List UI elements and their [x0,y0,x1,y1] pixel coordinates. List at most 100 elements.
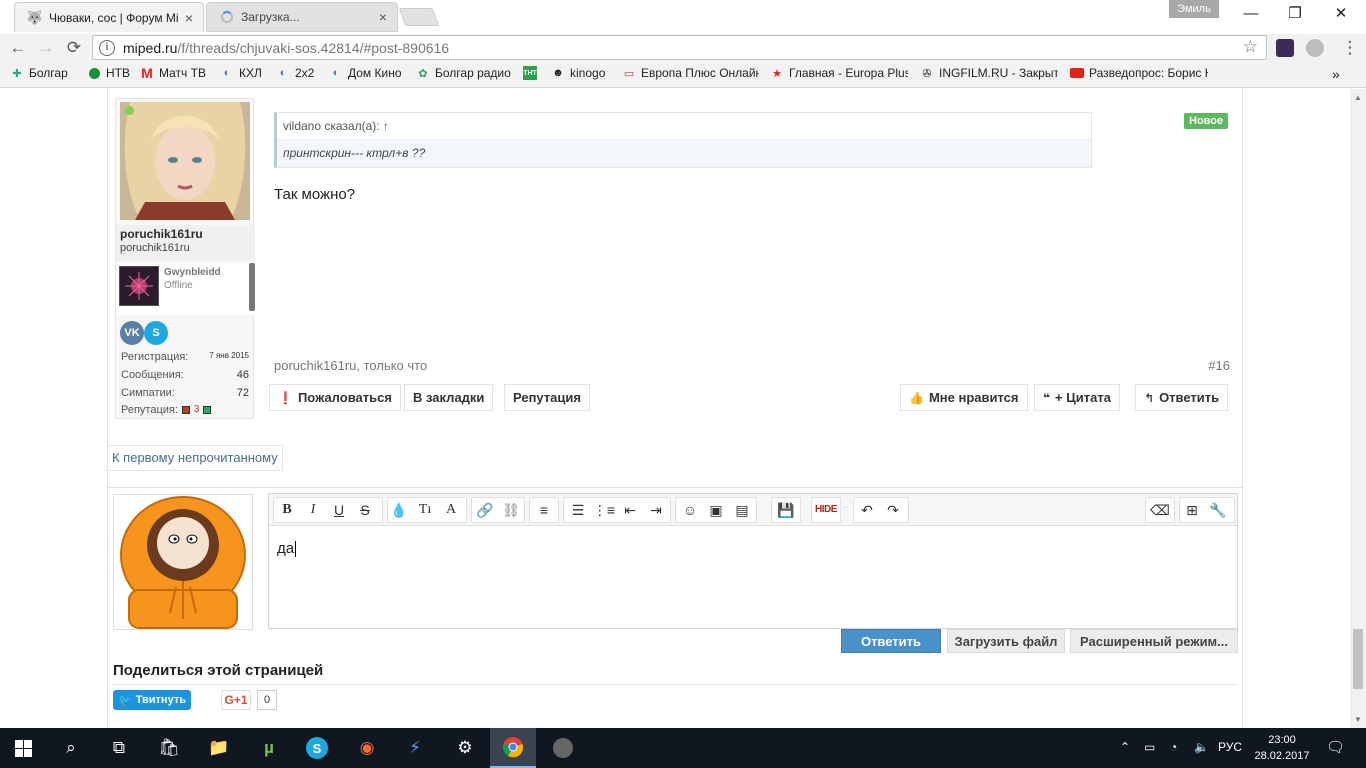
wifi-icon[interactable]: ◔ [1170,740,1177,754]
battery-icon[interactable]: ▭ [1144,740,1155,754]
bookmark-europa-plus-main[interactable]: ★ Главная - Europa Plus [770,66,908,80]
tab-loading[interactable]: Загрузка... × [206,2,398,32]
bookmark-tnt[interactable]: ТНТ [523,66,548,80]
link-icon[interactable]: 🔗 [473,499,497,521]
skype-taskbar-icon[interactable]: S [294,728,340,768]
linked-scrollbar[interactable] [249,263,255,311]
minimize-button[interactable]: — [1228,2,1274,26]
language-indicator[interactable]: РУС [1218,740,1242,754]
app-icon[interactable] [540,728,586,768]
outdent-icon[interactable]: ⇤ [618,499,642,521]
bookmark-match-tv[interactable]: M Матч ТВ [140,66,215,80]
utorrent-icon[interactable]: µ [246,728,292,768]
page-scrollbar[interactable]: ▲ ▼ [1350,89,1366,728]
task-view-icon[interactable]: ⧉ [96,728,142,768]
my-avatar[interactable] [113,494,253,630]
bookmark-bolgar-radio[interactable]: ✿ Болгар радио [416,66,516,80]
advanced-mode-button[interactable]: Расширенный режим... [1070,629,1238,653]
forward-button[interactable]: → [34,36,58,60]
tab-active[interactable]: 🐺 Чюваки, сос | Форум Mi × [14,2,204,32]
username[interactable]: poruchik161ru [120,227,203,241]
new-tab-button[interactable] [398,8,440,26]
scroll-up-icon[interactable]: ▲ [1354,93,1362,102]
first-unread-link[interactable]: К первому непрочитанному [107,445,283,471]
like-button[interactable]: 👍 Мне нравится [900,384,1028,411]
redo-icon[interactable]: ↷ [881,499,905,521]
vk-icon[interactable]: VK [120,321,144,345]
tab-close-icon[interactable]: × [185,10,193,26]
steam-icon[interactable]: ⚙ [442,728,488,768]
editor-text[interactable]: да [277,540,297,558]
profile-button[interactable]: Эмиль [1169,0,1219,18]
align-left-icon[interactable]: ≡ [532,499,556,521]
back-button[interactable]: ← [6,36,30,60]
bold-button[interactable]: B [275,499,299,521]
reputation-button[interactable]: Репутация [504,384,590,411]
avatar[interactable] [120,102,250,220]
bookmark-ingfilm[interactable]: ✇ INGFILM.RU - Закрыт [920,66,1058,80]
quote-button[interactable]: ❝ + Цитата [1034,384,1120,411]
skype-icon[interactable]: S [144,321,168,345]
wrench-icon[interactable]: 🔧 [1206,499,1230,521]
tray-expand-icon[interactable]: ⌃ [1120,740,1130,754]
strikethrough-button[interactable]: S [353,499,377,521]
menu-button[interactable]: ⋮ [1338,36,1362,60]
volume-icon[interactable]: 🔈 [1194,740,1209,754]
scrollbar-thumb[interactable] [1353,629,1363,689]
heroes-icon[interactable]: ⚡ [392,728,438,768]
undo-icon[interactable]: ↶ [855,499,879,521]
clock[interactable]: 23:00 28.02.2017 [1252,732,1312,764]
quote-author[interactable]: vildano сказал(а): ↑ [277,113,1091,140]
gplus-button[interactable]: G+1 [221,690,251,710]
image-icon[interactable]: ▣ [704,499,728,521]
file-explorer-icon[interactable]: 📁 [196,728,242,768]
search-icon[interactable]: ⌕ [48,728,94,768]
store-icon[interactable]: 🛍 [146,728,192,768]
post-number[interactable]: #16 [1208,358,1230,373]
italic-button[interactable]: I [301,499,325,521]
extension-shield-icon[interactable] [1306,39,1324,57]
reply-button[interactable]: ↰ Ответить [1135,384,1229,411]
bullet-list-icon[interactable]: ☰ [566,499,590,521]
bookmark-bolgar[interactable]: ✚ Болгар [10,66,80,80]
info-icon[interactable]: i [99,39,115,56]
smiley-icon[interactable]: ☺ [678,499,702,521]
reload-button[interactable]: ⟳ [62,36,86,60]
post-author-link[interactable]: poruchik161ru [274,358,356,373]
media-icon[interactable]: ▤ [730,499,754,521]
tweet-button[interactable]: 🐦 Твитнуть [113,690,191,710]
bookmark-star-icon[interactable]: ☆ [1243,37,1258,57]
close-window-button[interactable]: ✕ [1318,2,1364,26]
scroll-down-icon[interactable]: ▼ [1354,715,1362,724]
expand-icon[interactable]: ⊞ [1180,499,1204,521]
message-editor[interactable]: B I U S 💧 Tı A 🔗 ⛓ ≡ ☰ ⋮≡ ⇤ ⇥ ☺ ▣ ▤ 💾 HI… [268,493,1238,629]
numbered-list-icon[interactable]: ⋮≡ [592,499,616,521]
font-family-icon[interactable]: A [439,499,463,521]
address-bar[interactable]: i miped.ru/f/threads/chjuvaki-sos.42814/… [92,35,1267,60]
report-button[interactable]: ❗ Пожаловаться [269,384,401,411]
bookmark-dom-kino[interactable]: ◐ Дом Кино [329,66,409,80]
bookmark-khl[interactable]: ◐ КХЛ [220,66,270,80]
bookmark-ntv[interactable]: НТВ [87,66,137,80]
bookmark-2x2[interactable]: ◐ 2х2 [276,66,321,80]
eraser-icon[interactable]: ⌫ [1148,499,1172,521]
linked-account[interactable]: Gwynbleidd Offline [116,263,255,315]
bookmark-razvedopros[interactable]: Разведопрос: Борис Ю [1070,66,1208,80]
maximize-button[interactable]: ❐ [1272,2,1318,26]
more-bookmarks-button[interactable]: » [1332,66,1340,82]
notifications-icon[interactable]: 🗨 [1326,738,1345,756]
hide-button[interactable]: HIDE [814,499,838,521]
bookmark-europa-plus-online[interactable]: ▭ Европа Плюс Онлайн [622,66,759,80]
underline-button[interactable]: U [327,499,351,521]
origin-icon[interactable]: ◉ [344,728,390,768]
tab-close-icon[interactable]: × [379,9,387,25]
chrome-taskbar-icon[interactable] [490,728,536,768]
unlink-icon[interactable]: ⛓ [499,499,523,521]
color-drop-icon[interactable]: 💧 [387,499,411,521]
start-button[interactable] [0,728,46,768]
submit-reply-button[interactable]: Ответить [841,629,941,653]
font-size-icon[interactable]: Tı [413,499,437,521]
bookmark-kinogo[interactable]: ☻ kinogo [551,66,613,80]
bookmark-button[interactable]: В закладки [404,384,494,411]
upload-file-button[interactable]: Загрузить файл [947,629,1065,653]
